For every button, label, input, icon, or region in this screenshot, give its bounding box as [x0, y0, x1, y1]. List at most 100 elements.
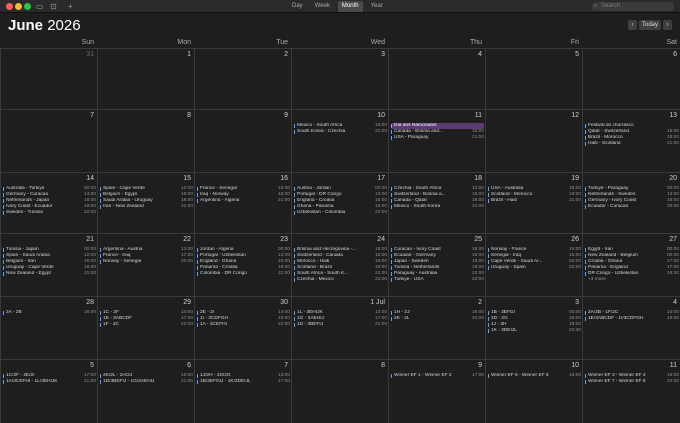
day-cell[interactable]: 3	[291, 48, 388, 109]
day-cell[interactable]: 28 2A - 2B 16:00	[0, 296, 97, 359]
day-cell[interactable]: 20 Turkiye - Paraguay 00:00 Netherlands - S…	[582, 172, 680, 233]
day-cell[interactable]: 24 Bosnia and Herzegovina -... 15:00 Switze…	[291, 233, 388, 296]
calendar-event[interactable]: DR Congo - Uzbekistan 19:30	[585, 271, 679, 277]
day-cell[interactable]: 11 Winner EF 3 - Winner EF 4 18:00 Winner E…	[582, 359, 680, 423]
calendar-event[interactable]: 1D/3BEFIJ - 1G/3AEHIJ 21:00	[100, 379, 193, 385]
day-cell[interactable]: 22 Argentina - Austria 13:00 France - Iraq 1…	[97, 233, 194, 296]
day-number: 7	[90, 112, 94, 119]
day-cell[interactable]: 25 Curacao - Ivory Coast 16:00 Ecuador - Ge…	[388, 233, 485, 296]
day-cell[interactable]: 7	[0, 109, 97, 172]
minimize-window-button[interactable]	[15, 3, 22, 10]
day-cell[interactable]: 5	[485, 48, 582, 109]
day-cell[interactable]: 23 Jordan - Algeria 00:00 Portugal - Uzbeki…	[194, 233, 291, 296]
day-cell[interactable]: 3 1B - 3EFGI 00:00 2D - 2G 15:00 1J - 2H 19:00…	[485, 296, 582, 359]
calendar-event[interactable]: Turkiye - USA 22:00	[391, 277, 484, 283]
calendar-event[interactable]: Sweden - Tunisia 22:00	[3, 210, 96, 216]
day-cell[interactable]: 2 1H - 2J 16:00 2K - 2L 20:00	[388, 296, 485, 359]
day-cell[interactable]: 6 2K/2L - 1H/2J 16:00 1D/3BEFIJ - 1G/3AEHIJ…	[97, 359, 194, 423]
day-cell[interactable]: 2	[194, 48, 291, 109]
day-cell[interactable]: 21 Tunisia - Japan 00:00 Spain - Saudi Arab…	[0, 233, 97, 296]
event-list: 2A - 2B 16:00	[3, 310, 96, 316]
view-tab-year[interactable]: Year	[367, 1, 387, 12]
today-button[interactable]: Today	[639, 20, 661, 30]
calendar-event[interactable]: 1E/3ABCDF - 1I/3CDFGH 18:00	[585, 316, 679, 322]
event-title: Morocco - Haiti	[297, 259, 330, 264]
close-window-button[interactable]	[6, 3, 13, 10]
day-cell[interactable]: 14 Australia - Turkiye 00:00 Germany - Cura…	[0, 172, 97, 233]
day-cell[interactable]: 31	[0, 48, 97, 109]
calendar-event[interactable]: 1A - 3CEFHI 22:00	[197, 322, 290, 328]
day-cell[interactable]: 18 Czechia - South Africa 12:00 Switzerland…	[388, 172, 485, 233]
zoom-window-button[interactable]	[24, 3, 31, 10]
event-title: Canada - Bosnia and...	[394, 129, 444, 134]
calendar-event[interactable]: Brazil - Haiti 21:00	[488, 198, 581, 204]
view-tab-month[interactable]: Month	[337, 1, 363, 12]
view-tab-week[interactable]: Week	[311, 1, 334, 12]
next-month-button[interactable]: ›	[663, 20, 672, 30]
day-cell[interactable]: 9 Winner EF 1 - Winner EF 2 17:00	[388, 359, 485, 423]
day-cell[interactable]: 7 1J/2H - 2D/2G 13:00 1B/3EFGIJ - 1K/3DEIJL…	[194, 359, 291, 423]
previous-month-button[interactable]: ‹	[628, 20, 637, 30]
event-title: 2A - 2B	[6, 310, 22, 315]
calendar-event[interactable]: Norway - Senegal 20:00	[100, 259, 193, 265]
day-cell[interactable]: 6	[582, 48, 680, 109]
calendar-event[interactable]: USA - Paraguay 21:00	[391, 135, 484, 141]
day-cell[interactable]: 4 2A/2B - 1F/2C 14:00 1E/3ABCDF - 1I/3CDFGH…	[582, 296, 680, 359]
day-cell[interactable]: 15 Spain - Cape Verde 12:00 Belgium - Egypt…	[97, 172, 194, 233]
calendar-event[interactable]: Uruguay - Spain 20:00	[488, 265, 581, 271]
day-number: 1	[187, 51, 191, 58]
day-cell[interactable]: 17 Austria - Jordan 00:00 Portugal - DR Con…	[291, 172, 388, 233]
day-number: 9	[284, 112, 288, 119]
search-icon: ⌕	[594, 3, 598, 9]
calendar-event[interactable]: Ecuador - Curacao 20:00	[585, 204, 679, 210]
calendar-event[interactable]: Winner EF 5 - Winner EF 6 16:00	[488, 373, 581, 379]
day-cell[interactable]: 29 1C - 2F 14:00 1E - 3ABCDF 17:30 1F - 2C 22:…	[97, 296, 194, 359]
add-event-icon[interactable]: +	[68, 2, 73, 11]
view-tab-day[interactable]: Day	[288, 1, 307, 12]
calendar-event[interactable]: 1F - 2C 22:00	[100, 322, 193, 328]
day-cell[interactable]: 26 Norway - France 15:00 Senegal - Iraq 15:0…	[485, 233, 582, 296]
day-cell[interactable]: 8	[291, 359, 388, 423]
day-cell[interactable]: 27 Egypt - Iran 00:00 New Zealand - Belgium…	[582, 233, 680, 296]
day-cell[interactable]: 1 Jul 1L - 3EHIJK 13:00 1G - 3AEHIJ 17:00 1D …	[291, 296, 388, 359]
day-cell[interactable]: 19 USA - Australia 15:00 Scotland - Morocco…	[485, 172, 582, 233]
event-title: Switzerland - Bosnia a...	[394, 192, 446, 197]
calendar-event[interactable]: Winner EF 7 - Winner EF 8 22:00	[585, 379, 679, 385]
day-cell[interactable]: 9	[194, 109, 291, 172]
day-cell[interactable]: 5 1C/2F - 2E/2I 17:00 1A/3CEFHI - 1L/3EHIJK…	[0, 359, 97, 423]
day-cell[interactable]: 16 France - Senegal 15:00 Iraq - Norway 18:0…	[194, 172, 291, 233]
day-number: 24	[377, 236, 385, 243]
calendar-list-icon[interactable]: ▭	[36, 2, 44, 11]
day-cell[interactable]: 11 Día dos Namorados Canada - Bosnia and..…	[388, 109, 485, 172]
day-cell[interactable]: 4	[388, 48, 485, 109]
calendar-event[interactable]: Haiti - Scotland 21:00	[585, 141, 679, 147]
calendar-event[interactable]: Argentina - Algeria 21:00	[197, 198, 290, 204]
day-cell[interactable]: 8	[97, 109, 194, 172]
event-title: Netherlands - Japan	[6, 198, 50, 203]
calendar-event[interactable]: New Zealand - Egypt 21:00	[3, 271, 96, 277]
event-title: France - Senegal	[200, 186, 237, 191]
calendar-event[interactable]: 2A - 2B 16:00	[3, 310, 96, 316]
day-cell[interactable]: 10 Mexico - South Africa 15:00 South Korea …	[291, 109, 388, 172]
calendar-event[interactable]: Czechia - Mexico 21:00	[294, 277, 387, 283]
day-cell[interactable]: 12	[485, 109, 582, 172]
calendar-event[interactable]: Mexico - South Korea 21:00	[391, 204, 484, 210]
day-cell[interactable]: 13 Festival do churrasco Qatar - Switzerla…	[582, 109, 680, 172]
calendar-event[interactable]: Colombia - DR Congo 22:00	[197, 271, 290, 277]
calendar-event[interactable]: 1B/3EFGIJ - 1K/3DEIJL 17:00	[197, 379, 290, 385]
day-cell[interactable]: 1	[97, 48, 194, 109]
calendar-event[interactable]: 1D - 3BEFIJ 21:00	[294, 322, 387, 328]
day-number: 8	[381, 362, 385, 369]
calendar-event[interactable]: Winner EF 1 - Winner EF 2 17:00	[391, 373, 484, 379]
search-input[interactable]: ⌕ Search	[592, 2, 674, 11]
calendar-event[interactable]: Uzbekistan - Colombia 22:00	[294, 210, 387, 216]
calendar-event[interactable]: 2K - 2L 20:00	[391, 316, 484, 322]
calendar-event[interactable]: Iran - New Zealand 21:00	[100, 204, 193, 210]
calendar-event[interactable]: South Korea - Czechia 22:00	[294, 129, 387, 135]
inbox-icon[interactable]: ⊡	[50, 2, 57, 11]
more-events-link[interactable]: +3 more	[585, 277, 679, 283]
day-cell[interactable]: 30 2E - 2I 14:00 1I - 3CDFGH 18:00 1A - 3CEFH…	[194, 296, 291, 359]
day-cell[interactable]: 10 Winner EF 5 - Winner EF 6 16:00	[485, 359, 582, 423]
calendar-event[interactable]: 1K - 3DEIJL 22:30	[488, 328, 581, 334]
calendar-event[interactable]: 1A/3CEFHI - 1L/3EHIJK 21:00	[3, 379, 96, 385]
